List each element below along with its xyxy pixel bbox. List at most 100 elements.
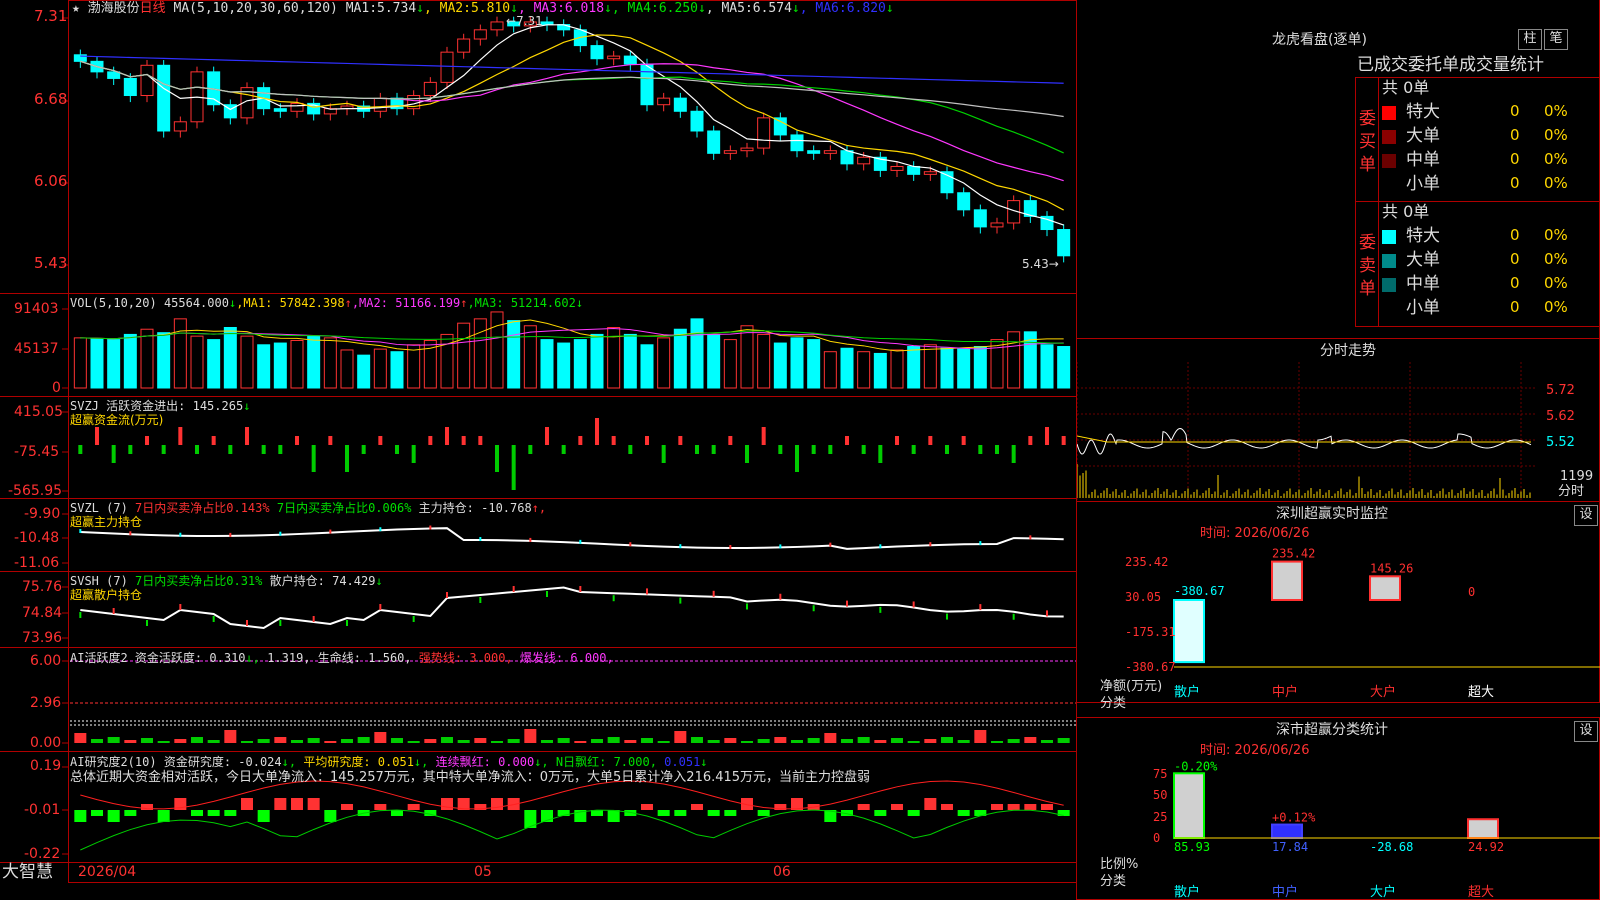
activity-bar bbox=[591, 739, 603, 743]
sz-class-value: 24.92 bbox=[1468, 840, 1504, 854]
main-holding-line bbox=[80, 527, 1064, 550]
research-bar bbox=[91, 810, 103, 816]
candle bbox=[623, 55, 637, 65]
price-axis-label: 7.31 bbox=[34, 7, 68, 25]
volume-bar bbox=[907, 346, 921, 389]
size-label: 特大 bbox=[1406, 226, 1440, 246]
ai1-axis-label: 0.00 bbox=[30, 735, 62, 751]
size-count: 0 bbox=[1510, 102, 1520, 120]
sz-monitor-category: 超大 bbox=[1468, 685, 1494, 700]
sz-monitor-date: 时间: 2026/06/26 bbox=[1200, 526, 1310, 541]
main-holding-tick bbox=[329, 529, 332, 534]
fund-flow-bar bbox=[145, 436, 149, 445]
retail-holding-tick bbox=[346, 620, 348, 626]
candle bbox=[473, 29, 487, 40]
fund-flow-bar bbox=[411, 445, 416, 463]
period-label[interactable]: 日线 bbox=[140, 1, 166, 16]
sz-class-pct: +0.12% bbox=[1272, 811, 1316, 825]
intraday-chart[interactable] bbox=[1077, 362, 1537, 500]
ma1-value: 5.734 bbox=[377, 1, 417, 16]
sell-side-label: 委卖单 bbox=[1359, 233, 1376, 299]
volume-bar bbox=[590, 333, 604, 389]
volume-bar bbox=[840, 347, 854, 389]
buy-total: 共 0单 bbox=[1382, 78, 1430, 97]
activity-bar bbox=[107, 737, 120, 743]
volume-bar bbox=[690, 318, 704, 389]
research-bar bbox=[991, 804, 1003, 810]
activity-bar bbox=[991, 741, 1003, 743]
star-icon[interactable]: ★ bbox=[72, 1, 80, 16]
size-label: 中单 bbox=[1406, 274, 1440, 294]
intraday-price-line bbox=[1077, 427, 1532, 455]
volume-bar bbox=[190, 335, 204, 389]
ai1-axis-label: 6.00 bbox=[30, 653, 62, 669]
activity-bar bbox=[241, 741, 253, 743]
ma4-value: 6.250 bbox=[658, 1, 698, 16]
sz-class-axis-label: 0 bbox=[1153, 831, 1160, 845]
candle bbox=[757, 117, 771, 149]
activity-bar bbox=[391, 738, 403, 743]
sz-monitor-settings-button[interactable]: 设 bbox=[1574, 505, 1598, 526]
retail-holding-tick bbox=[812, 605, 815, 612]
volume-bar bbox=[207, 339, 221, 389]
fund-flow-bar bbox=[245, 427, 249, 445]
dragon-panel bbox=[1076, 0, 1600, 339]
fund-flow-bar bbox=[111, 445, 116, 463]
size-swatch bbox=[1382, 154, 1396, 168]
size-swatch bbox=[1382, 106, 1396, 120]
size-percent: 0% bbox=[1544, 298, 1568, 316]
svzl-axis-label: -11.06 bbox=[14, 555, 60, 571]
volume-bar bbox=[240, 335, 254, 389]
research-bar bbox=[257, 810, 270, 822]
activity-bar bbox=[791, 740, 803, 743]
sz-monitor-bar bbox=[1369, 575, 1401, 601]
high-marker: ←7.31 bbox=[506, 14, 543, 28]
retail-holding-tick bbox=[746, 603, 748, 610]
activity-bar bbox=[541, 740, 553, 743]
volume-bar bbox=[140, 328, 154, 389]
volume-bar bbox=[223, 326, 237, 389]
research-bar bbox=[341, 804, 353, 810]
low-marker: 5.43→ bbox=[1022, 257, 1059, 271]
sz-class-date: 时间: 2026/06/26 bbox=[1200, 743, 1310, 758]
activity-bar bbox=[574, 741, 587, 743]
activity-bar bbox=[641, 738, 653, 743]
intraday-axis-label: 5.62 bbox=[1546, 409, 1575, 424]
activity-bar bbox=[407, 741, 420, 743]
fund-flow-bar bbox=[911, 445, 916, 454]
research-bar bbox=[391, 810, 403, 816]
fund-flow-bar bbox=[228, 445, 233, 454]
activity-bar bbox=[324, 741, 337, 743]
retail-holding-tick bbox=[879, 606, 882, 613]
ai2-axis-label: -0.01 bbox=[24, 802, 61, 818]
retail-holding-tick bbox=[79, 612, 82, 618]
retail-holding-tick bbox=[679, 597, 682, 604]
size-count: 0 bbox=[1510, 126, 1520, 144]
candle bbox=[673, 97, 687, 112]
intraday-axis-label: 5.72 bbox=[1546, 383, 1575, 398]
activity-bar bbox=[474, 738, 487, 743]
bar-mode-button[interactable]: 柱 bbox=[1518, 29, 1542, 50]
retail-holding-tick bbox=[446, 592, 448, 598]
sz-monitor-bar bbox=[1271, 560, 1303, 602]
sz-class-settings-button[interactable]: 设 bbox=[1574, 721, 1598, 742]
size-label: 小单 bbox=[1406, 298, 1440, 318]
volume-bar bbox=[940, 347, 954, 389]
research-bar bbox=[224, 810, 237, 816]
volume-bar bbox=[1007, 331, 1021, 389]
candle bbox=[640, 63, 654, 106]
tick-mode-button[interactable]: 笔 bbox=[1544, 29, 1568, 50]
sz-monitor-xlabel: 分类 bbox=[1100, 696, 1127, 711]
volume-bar bbox=[923, 344, 937, 389]
research-bar bbox=[674, 810, 687, 816]
activity-bar bbox=[974, 730, 987, 743]
activity-bar bbox=[257, 739, 270, 743]
main-holding-tick bbox=[279, 531, 282, 536]
fund-flow-bar bbox=[478, 436, 483, 445]
size-label: 特大 bbox=[1406, 102, 1440, 122]
candle bbox=[907, 165, 921, 175]
sz-class-value: 17.84 bbox=[1272, 840, 1308, 854]
volume-bar bbox=[640, 344, 654, 389]
candle bbox=[790, 134, 804, 152]
volume-bar bbox=[123, 333, 137, 389]
